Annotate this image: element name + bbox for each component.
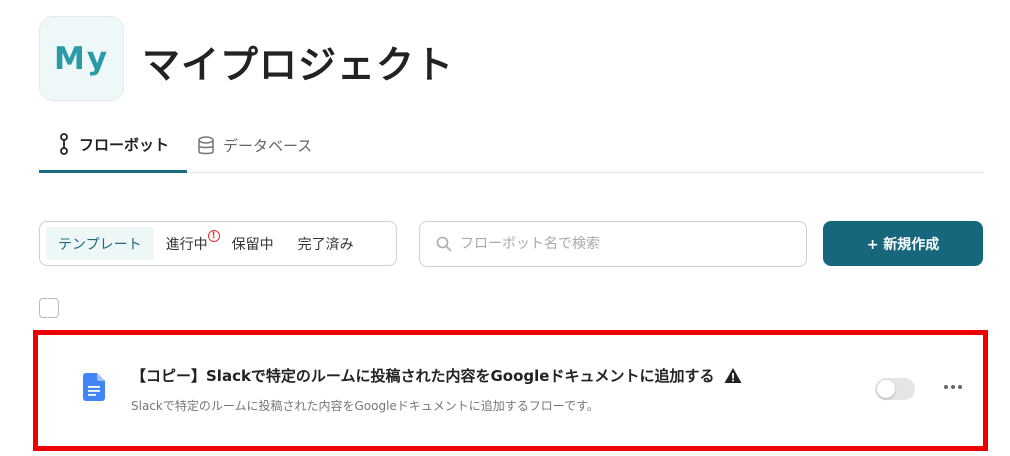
alert-badge-icon: !	[207, 230, 220, 242]
flow-description: Slackで特定のルームに投稿された内容をGoogleドキュメントに追加するフロ…	[131, 399, 599, 413]
warning-icon	[724, 368, 742, 383]
search-input[interactable]	[460, 236, 780, 252]
filter-in-progress-label: 進行中	[165, 236, 208, 253]
flow-enable-toggle[interactable]	[875, 378, 915, 400]
flow-card[interactable]: 【コピー】Slackで特定のルームに投稿された内容をGoogleドキュメントに追…	[33, 330, 988, 451]
database-icon	[198, 135, 214, 154]
project-avatar: My	[39, 16, 124, 101]
page-title: マイプロジェクト	[142, 43, 455, 87]
filter-on-hold[interactable]: 保留中	[220, 227, 286, 260]
tab-database-label: データベース	[223, 137, 313, 155]
filter-completed-label: 完了済み	[297, 236, 354, 253]
filter-on-hold-label: 保留中	[231, 236, 274, 253]
flow-title-text: 【コピー】Slackで特定のルームに投稿された内容をGoogleドキュメントに追…	[131, 367, 715, 385]
filter-in-progress[interactable]: 進行中 !	[154, 227, 220, 260]
tab-bar: フローボット データベース	[39, 118, 984, 173]
status-filter: テンプレート 進行中 ! 保留中 完了済み	[39, 221, 397, 266]
more-options-icon[interactable]	[941, 375, 965, 399]
flowbot-icon	[60, 133, 68, 155]
filter-template[interactable]: テンプレート	[46, 227, 154, 260]
search-icon	[436, 236, 452, 252]
toggle-knob	[877, 380, 895, 398]
google-docs-icon	[83, 373, 105, 401]
filter-template-label: テンプレート	[58, 236, 142, 253]
filter-completed[interactable]: 完了済み	[286, 227, 366, 260]
select-all-checkbox[interactable]	[39, 298, 59, 318]
new-flow-button[interactable]: + 新規作成	[823, 221, 983, 266]
search-box	[419, 221, 807, 267]
tab-flowbot[interactable]: フローボット	[39, 118, 187, 173]
tab-flowbot-label: フローボット	[79, 135, 170, 154]
tab-database[interactable]: データベース	[197, 118, 312, 173]
flow-title[interactable]: 【コピー】Slackで特定のルームに投稿された内容をGoogleドキュメントに追…	[131, 365, 742, 386]
